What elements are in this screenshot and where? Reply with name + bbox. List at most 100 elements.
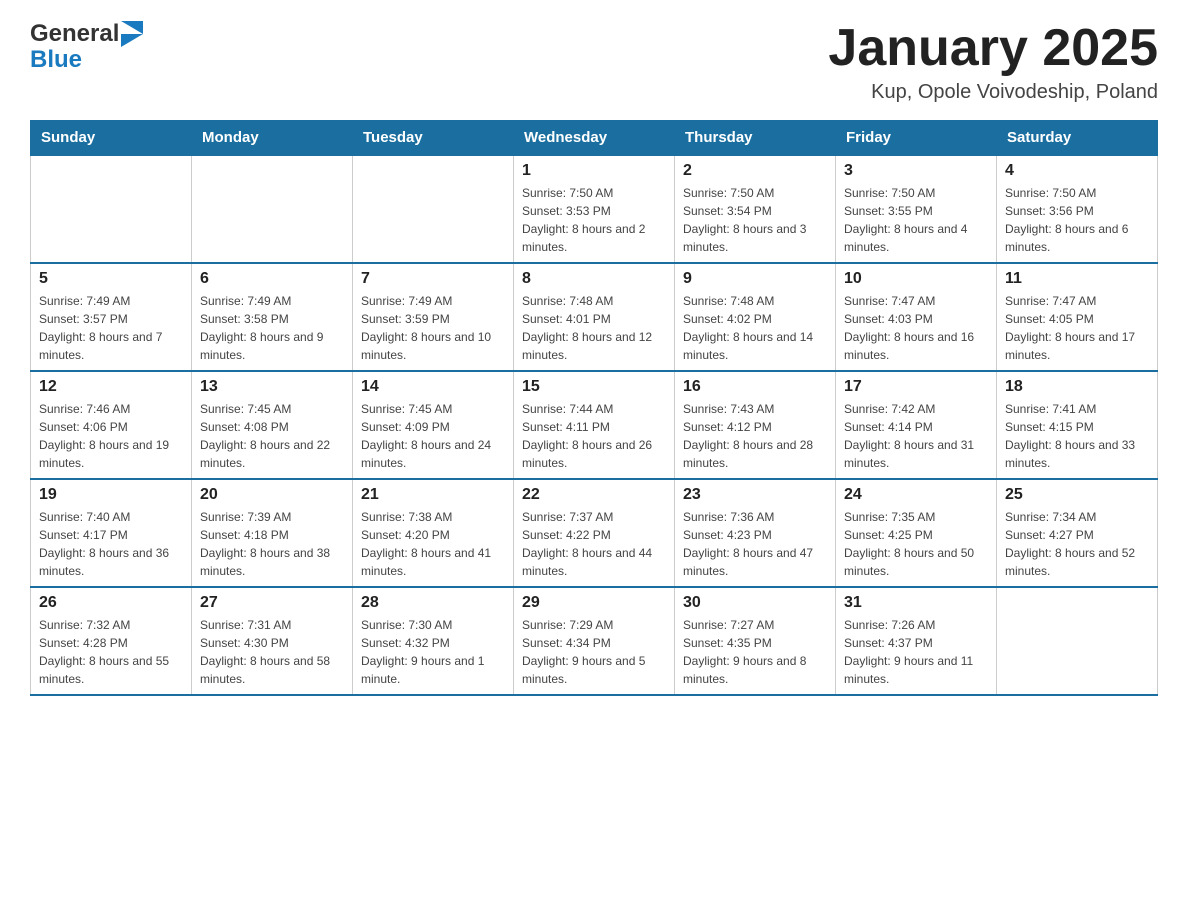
calendar-cell: 31 Sunrise: 7:26 AMSunset: 4:37 PMDayligh… [836,587,997,695]
calendar-title: January 2025 [828,20,1158,77]
day-number: 3 [844,162,988,180]
calendar-week-row: 12Sunrise: 7:46 AMSunset: 4:06 PMDayligh… [31,371,1158,479]
day-info: Sunrise: 7:38 AMSunset: 4:20 PMDaylight:… [361,508,505,580]
calendar-cell: 24 Sunrise: 7:35 AMSunset: 4:25 PMDayligh… [836,479,997,587]
calendar-cell: 20 Sunrise: 7:39 AMSunset: 4:18 PMDayligh… [192,479,353,587]
day-number: 10 [844,270,988,288]
day-number: 27 [200,594,344,612]
day-number: 8 [522,270,666,288]
day-info: Sunrise: 7:48 AMSunset: 4:02 PMDaylight:… [683,292,827,364]
calendar-cell: 1Sunrise: 7:50 AMSunset: 3:53 PMDaylight… [514,155,675,263]
calendar-cell: 27 Sunrise: 7:31 AMSunset: 4:30 PMDayligh… [192,587,353,695]
day-info: Sunrise: 7:43 AMSunset: 4:12 PMDaylight:… [683,400,827,472]
day-number: 15 [522,378,666,396]
calendar-cell [353,155,514,263]
calendar-cell: 8 Sunrise: 7:48 AMSunset: 4:01 PMDaylight… [514,263,675,371]
day-number: 31 [844,594,988,612]
weekday-header-row: SundayMondayTuesdayWednesdayThursdayFrid… [31,121,1158,156]
day-number: 30 [683,594,827,612]
calendar-cell: 16 Sunrise: 7:43 AMSunset: 4:12 PMDayligh… [675,371,836,479]
calendar-cell [192,155,353,263]
day-info: Sunrise: 7:31 AMSunset: 4:30 PMDaylight:… [200,616,344,688]
calendar-cell: 4Sunrise: 7:50 AMSunset: 3:56 PMDaylight… [997,155,1158,263]
calendar-cell: 25Sunrise: 7:34 AMSunset: 4:27 PMDayligh… [997,479,1158,587]
logo-icon [121,21,143,47]
day-number: 12 [39,378,183,396]
calendar-cell: 15 Sunrise: 7:44 AMSunset: 4:11 PMDayligh… [514,371,675,479]
day-number: 18 [1005,378,1149,396]
weekday-header-sunday: Sunday [31,121,192,156]
day-info: Sunrise: 7:47 AMSunset: 4:05 PMDaylight:… [1005,292,1149,364]
logo-blue-text: Blue [30,46,82,74]
calendar-cell: 29 Sunrise: 7:29 AMSunset: 4:34 PMDayligh… [514,587,675,695]
day-number: 13 [200,378,344,396]
day-info: Sunrise: 7:27 AMSunset: 4:35 PMDaylight:… [683,616,827,688]
calendar-cell: 19 Sunrise: 7:40 AMSunset: 4:17 PMDayligh… [31,479,192,587]
calendar-cell: 21 Sunrise: 7:38 AMSunset: 4:20 PMDayligh… [353,479,514,587]
calendar-cell [31,155,192,263]
day-number: 22 [522,486,666,504]
day-number: 9 [683,270,827,288]
day-number: 4 [1005,162,1149,180]
day-number: 5 [39,270,183,288]
calendar-cell: 9 Sunrise: 7:48 AMSunset: 4:02 PMDaylight… [675,263,836,371]
calendar-subtitle: Kup, Opole Voivodeship, Poland [828,81,1158,104]
calendar-cell: 13 Sunrise: 7:45 AMSunset: 4:08 PMDayligh… [192,371,353,479]
calendar-cell: 11 Sunrise: 7:47 AMSunset: 4:05 PMDayligh… [997,263,1158,371]
calendar-week-row: 1Sunrise: 7:50 AMSunset: 3:53 PMDaylight… [31,155,1158,263]
day-number: 28 [361,594,505,612]
day-info: Sunrise: 7:40 AMSunset: 4:17 PMDaylight:… [39,508,183,580]
calendar-cell: 18Sunrise: 7:41 AMSunset: 4:15 PMDayligh… [997,371,1158,479]
calendar-cell: 28 Sunrise: 7:30 AMSunset: 4:32 PMDayligh… [353,587,514,695]
day-number: 16 [683,378,827,396]
weekday-header-saturday: Saturday [997,121,1158,156]
weekday-header-friday: Friday [836,121,997,156]
day-info: Sunrise: 7:49 AMSunset: 3:58 PMDaylight:… [200,292,344,364]
calendar-cell: 14Sunrise: 7:45 AMSunset: 4:09 PMDayligh… [353,371,514,479]
day-info: Sunrise: 7:48 AMSunset: 4:01 PMDaylight:… [522,292,666,364]
day-info: Sunrise: 7:49 AMSunset: 3:59 PMDaylight:… [361,292,505,364]
day-info: Sunrise: 7:32 AMSunset: 4:28 PMDaylight:… [39,616,183,688]
day-number: 29 [522,594,666,612]
day-number: 24 [844,486,988,504]
calendar-cell: 12Sunrise: 7:46 AMSunset: 4:06 PMDayligh… [31,371,192,479]
day-info: Sunrise: 7:49 AMSunset: 3:57 PMDaylight:… [39,292,183,364]
weekday-header-thursday: Thursday [675,121,836,156]
day-info: Sunrise: 7:42 AMSunset: 4:14 PMDaylight:… [844,400,988,472]
day-number: 25 [1005,486,1149,504]
calendar-week-row: 26 Sunrise: 7:32 AMSunset: 4:28 PMDayligh… [31,587,1158,695]
day-info: Sunrise: 7:45 AMSunset: 4:09 PMDaylight:… [361,400,505,472]
weekday-header-tuesday: Tuesday [353,121,514,156]
day-number: 11 [1005,270,1149,288]
calendar-week-row: 5 Sunrise: 7:49 AMSunset: 3:57 PMDaylight… [31,263,1158,371]
day-info: Sunrise: 7:50 AMSunset: 3:53 PMDaylight:… [522,184,666,256]
day-info: Sunrise: 7:29 AMSunset: 4:34 PMDaylight:… [522,616,666,688]
day-info: Sunrise: 7:50 AMSunset: 3:54 PMDaylight:… [683,184,827,256]
day-info: Sunrise: 7:35 AMSunset: 4:25 PMDaylight:… [844,508,988,580]
day-info: Sunrise: 7:50 AMSunset: 3:55 PMDaylight:… [844,184,988,256]
calendar-cell: 3 Sunrise: 7:50 AMSunset: 3:55 PMDaylight… [836,155,997,263]
day-number: 6 [200,270,344,288]
calendar-cell: 23Sunrise: 7:36 AMSunset: 4:23 PMDayligh… [675,479,836,587]
calendar-cell [997,587,1158,695]
day-info: Sunrise: 7:44 AMSunset: 4:11 PMDaylight:… [522,400,666,472]
day-info: Sunrise: 7:26 AMSunset: 4:37 PMDaylight:… [844,616,988,688]
day-info: Sunrise: 7:45 AMSunset: 4:08 PMDaylight:… [200,400,344,472]
day-number: 7 [361,270,505,288]
logo-general-text: General [30,20,119,48]
calendar-cell: 30 Sunrise: 7:27 AMSunset: 4:35 PMDayligh… [675,587,836,695]
calendar-cell: 10Sunrise: 7:47 AMSunset: 4:03 PMDayligh… [836,263,997,371]
page-header: General Blue January 2025 Kup, Opole Voi… [30,20,1158,104]
title-area: January 2025 Kup, Opole Voivodeship, Pol… [828,20,1158,104]
weekday-header-monday: Monday [192,121,353,156]
day-number: 26 [39,594,183,612]
day-number: 20 [200,486,344,504]
logo: General Blue [30,20,143,74]
day-info: Sunrise: 7:30 AMSunset: 4:32 PMDaylight:… [361,616,505,688]
day-number: 21 [361,486,505,504]
calendar-cell: 2Sunrise: 7:50 AMSunset: 3:54 PMDaylight… [675,155,836,263]
day-info: Sunrise: 7:39 AMSunset: 4:18 PMDaylight:… [200,508,344,580]
calendar-week-row: 19 Sunrise: 7:40 AMSunset: 4:17 PMDayligh… [31,479,1158,587]
day-number: 19 [39,486,183,504]
calendar-cell: 22Sunrise: 7:37 AMSunset: 4:22 PMDayligh… [514,479,675,587]
